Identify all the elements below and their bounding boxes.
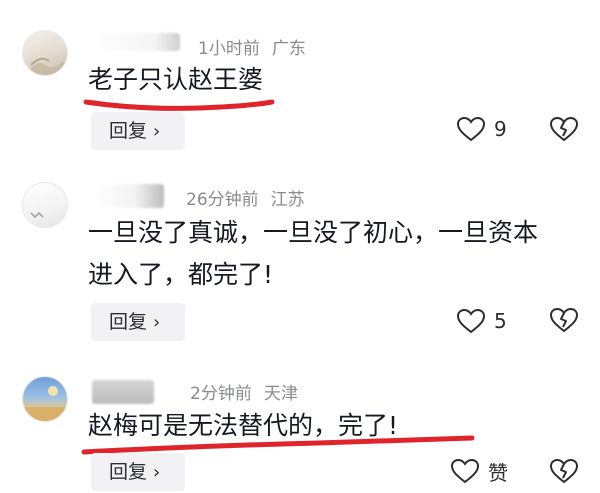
like-button[interactable]: 5 xyxy=(456,306,507,336)
comment-meta: 2分钟前 天津 xyxy=(190,379,298,404)
broken-heart-icon[interactable] xyxy=(549,115,579,143)
avatar[interactable] xyxy=(22,182,68,228)
comment-time: 2分钟前 xyxy=(190,384,252,404)
like-count: 9 xyxy=(494,117,507,141)
reply-label: 回复 xyxy=(109,311,148,333)
comment-location: 江苏 xyxy=(270,190,305,210)
comment-time: 26分钟前 xyxy=(186,190,259,210)
comment-text-line-1: 一旦没了真诚，一旦没了初心，一旦资本 xyxy=(88,218,539,247)
reply-button[interactable]: 回复 › xyxy=(91,112,185,150)
heart-icon xyxy=(456,308,486,334)
reply-label: 回复 xyxy=(109,461,148,483)
broken-heart-icon[interactable] xyxy=(549,457,579,485)
comment-text: 赵梅可是无法替代的，完了! xyxy=(88,411,399,440)
comment-location: 天津 xyxy=(263,384,298,404)
comment-meta: 26分钟前 江苏 xyxy=(186,185,305,210)
heart-icon xyxy=(450,458,480,484)
reply-button[interactable]: 回复 › xyxy=(91,453,185,491)
comment-time: 1小时前 xyxy=(198,39,260,59)
avatar[interactable] xyxy=(22,30,68,76)
chevron-right-icon: › xyxy=(153,462,161,483)
broken-heart-icon[interactable] xyxy=(549,306,579,334)
comment-item: 2分钟前 天津 赵梅可是无法替代的，完了! 回复 › 赞 xyxy=(0,350,600,493)
comment-meta: 1小时前 广东 xyxy=(198,34,306,59)
comment-item: 1小时前 广东 老子只认赵王婆 回复 › 9 xyxy=(0,0,600,160)
comment-location: 广东 xyxy=(271,39,306,59)
comment-text: 老子只认赵王婆 xyxy=(88,65,264,94)
chevron-right-icon: › xyxy=(153,312,161,333)
username-blurred[interactable] xyxy=(92,33,180,51)
like-count: 5 xyxy=(494,309,507,333)
chevron-right-icon: › xyxy=(153,121,161,142)
heart-icon xyxy=(456,116,486,142)
like-button[interactable]: 9 xyxy=(456,114,507,144)
username-blurred[interactable] xyxy=(92,184,164,208)
reply-button[interactable]: 回复 › xyxy=(91,303,185,341)
comment-item: 26分钟前 江苏 一旦没了真诚，一旦没了初心，一旦资本 进入了，都完了! 回复 › … xyxy=(0,160,600,350)
username-blurred[interactable] xyxy=(92,380,154,404)
avatar[interactable] xyxy=(22,376,68,422)
like-button[interactable]: 赞 xyxy=(450,456,508,486)
comment-text-line-2: 进入了，都完了! xyxy=(88,260,274,289)
like-count: 赞 xyxy=(488,460,508,485)
reply-label: 回复 xyxy=(109,120,148,142)
